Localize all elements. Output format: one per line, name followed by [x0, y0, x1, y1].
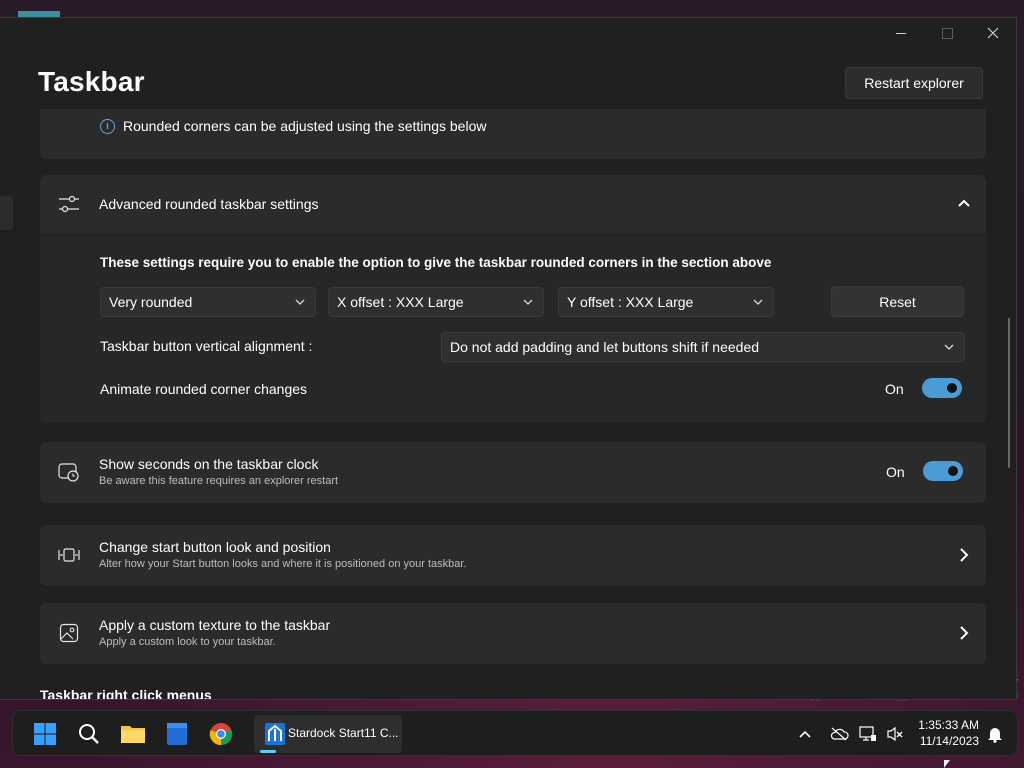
scrollbar-thumb[interactable] — [1008, 318, 1010, 468]
show-seconds-card: Show seconds on the taskbar clock Be awa… — [40, 442, 986, 503]
chevron-down-icon — [944, 344, 954, 350]
y-offset-value: Y offset : XXX Large — [567, 294, 694, 310]
restart-explorer-button[interactable]: Restart explorer — [845, 67, 983, 99]
clock-icon — [58, 463, 79, 482]
taskbar-clock[interactable]: 1:35:33 AM 11/14/2023 — [917, 717, 979, 749]
animate-toggle-state: On — [885, 381, 904, 397]
alignment-value: Do not add padding and let buttons shift… — [450, 339, 760, 355]
image-icon — [59, 623, 79, 643]
search-button[interactable] — [74, 719, 104, 749]
maximize-button[interactable] — [924, 18, 970, 48]
requirement-note: These settings require you to enable the… — [100, 255, 772, 270]
toggle-knob — [947, 383, 957, 393]
volume-muted-icon — [887, 726, 903, 742]
rounded-corners-info-card: i Rounded corners can be adjusted using … — [40, 109, 986, 159]
onedrive-tray-icon[interactable] — [829, 711, 849, 757]
start-button-look-card[interactable]: Change start button look and position Al… — [40, 525, 986, 586]
show-seconds-subtitle: Be aware this feature requires an explor… — [99, 475, 339, 487]
x-offset-value: X offset : XXX Large — [337, 294, 464, 310]
chevron-down-icon — [753, 299, 763, 305]
network-tray-icon[interactable] — [859, 711, 877, 757]
minimize-button[interactable] — [878, 18, 924, 48]
close-button[interactable] — [970, 18, 1016, 48]
settings-window: Taskbar Restart explorer i Rounded corne… — [0, 17, 1017, 700]
window-controls — [878, 18, 1016, 48]
y-offset-dropdown[interactable]: Y offset : XXX Large — [558, 287, 774, 317]
alignment-dropdown[interactable]: Do not add padding and let buttons shift… — [441, 332, 965, 362]
chevron-down-icon — [523, 299, 533, 305]
taskbar-app-label: Stardock Start11 C... — [288, 726, 399, 740]
seconds-toggle-state: On — [886, 464, 905, 480]
taskbar: Stardock Start11 C... 1:35:33 AM 11/14/2… — [12, 710, 1018, 756]
info-icon: i — [100, 118, 115, 134]
start-button-subtitle: Alter how your Start button looks and wh… — [99, 558, 467, 570]
expander-title: Advanced rounded taskbar settings — [99, 196, 319, 212]
network-icon — [859, 726, 876, 741]
seconds-toggle[interactable] — [923, 461, 963, 481]
reset-button[interactable]: Reset — [831, 286, 964, 317]
start-button-position-icon — [58, 548, 80, 562]
chevron-down-icon — [295, 299, 305, 305]
start-button-title: Change start button look and position — [99, 539, 331, 555]
clock-time: 1:35:33 AM — [918, 718, 979, 732]
chrome-button[interactable] — [206, 719, 236, 749]
section-heading-right-click-menus: Taskbar right click menus — [40, 687, 212, 700]
minimize-icon — [896, 32, 906, 34]
volume-tray-icon[interactable] — [886, 711, 904, 757]
taskbar-app-start11[interactable]: Stardock Start11 C... — [254, 715, 402, 753]
show-hidden-icons-button[interactable] — [798, 711, 812, 757]
sliders-icon — [59, 195, 79, 213]
app-window-icon — [167, 723, 187, 745]
windows-app-button[interactable] — [162, 719, 192, 749]
mouse-cursor — [944, 760, 950, 768]
sidebar-tab-indicator[interactable] — [0, 196, 13, 230]
chrome-icon — [209, 723, 233, 746]
roundness-value: Very rounded — [109, 294, 193, 310]
active-app-indicator — [260, 750, 276, 753]
toggle-knob — [948, 466, 958, 476]
maximize-icon — [941, 27, 953, 39]
chevron-up-icon[interactable] — [956, 195, 972, 211]
start-button[interactable] — [30, 719, 60, 749]
file-explorer-button[interactable] — [118, 719, 148, 749]
custom-texture-card[interactable]: Apply a custom texture to the taskbar Ap… — [40, 603, 986, 664]
start11-app-icon — [265, 723, 285, 745]
animate-label: Animate rounded corner changes — [100, 381, 308, 397]
expander-header[interactable]: Advanced rounded taskbar settings — [40, 175, 986, 235]
close-icon — [987, 27, 999, 39]
chevron-right-icon — [960, 626, 969, 640]
texture-title: Apply a custom texture to the taskbar — [99, 617, 331, 633]
notifications-button[interactable] — [987, 711, 1003, 757]
page-title: Taskbar — [38, 66, 145, 97]
folder-icon — [121, 726, 145, 743]
show-seconds-title: Show seconds on the taskbar clock — [99, 456, 319, 472]
alignment-label: Taskbar button vertical alignment : — [100, 338, 313, 354]
search-icon — [79, 724, 99, 744]
windows-logo-icon — [34, 723, 56, 745]
chevron-up-icon — [799, 730, 811, 738]
x-offset-dropdown[interactable]: X offset : XXX Large — [328, 287, 544, 317]
chevron-right-icon — [960, 548, 969, 562]
texture-subtitle: Apply a custom look to your taskbar. — [99, 636, 276, 648]
bell-icon — [988, 728, 1002, 743]
animate-toggle[interactable] — [922, 378, 962, 398]
expander-body: These settings require you to enable the… — [40, 235, 986, 423]
advanced-rounded-settings-expander: Advanced rounded taskbar settings These … — [40, 175, 986, 423]
clock-date: 11/14/2023 — [919, 734, 979, 748]
cloud-off-icon — [830, 727, 849, 741]
roundness-dropdown[interactable]: Very rounded — [100, 287, 316, 317]
info-text: Rounded corners can be adjusted using th… — [123, 118, 487, 134]
